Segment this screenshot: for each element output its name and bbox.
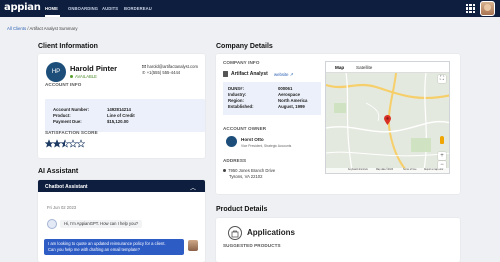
address-label: ADDRESS (223, 158, 247, 163)
user-message: I am looking to quote an updated reinsur… (44, 239, 184, 255)
available-dot-icon (70, 75, 73, 79)
account-number-value: 1492814214 (107, 107, 131, 112)
map-report-error-link[interactable]: Report a map error (424, 169, 443, 171)
email-icon (142, 65, 146, 69)
product-label: Product: (53, 113, 71, 118)
map-data-credit: Map data ©2023 (376, 169, 394, 171)
client-initials-avatar: HP (46, 62, 66, 82)
company-details-title: Company Details (216, 43, 273, 50)
appian-logo[interactable]: appian (4, 2, 41, 13)
account-number-label: Account Number: (53, 107, 90, 112)
payment-due-label: Payment Due: (53, 119, 82, 124)
industry-value: Aerospace (278, 92, 300, 97)
nav-tab-onboarding[interactable]: ONBOARDING (68, 6, 98, 11)
satisfaction-stars (45, 139, 85, 148)
account-owner-label: ACCOUNT OWNER (223, 126, 267, 131)
suggested-products-label: SUGGESTED PRODUCTS (223, 243, 281, 248)
owner-title: Vice President, Strategic Accounts (241, 144, 292, 148)
map-keyboard-shortcuts[interactable]: Keyboard shortcuts (348, 169, 368, 171)
map-footer: Keyboard shortcuts Map data ©2023 Terms … (326, 168, 449, 173)
owner-avatar (226, 136, 237, 147)
product-details-title: Product Details (216, 206, 268, 213)
nav-active-indicator (45, 15, 60, 17)
chatbot-title: Chatbot Assistant (45, 183, 88, 190)
applications-icon (228, 226, 242, 240)
status-badge: AVAILABLE (70, 74, 97, 79)
product-details-card: Applications SUGGESTED PRODUCTS (216, 218, 460, 262)
breadcrumb: All Clients / Artifact Analyst Summary (7, 26, 77, 31)
address-line-2: Tysons, VA 22102 (229, 174, 263, 179)
map-marker-icon[interactable] (384, 115, 391, 125)
satisfaction-label: SATISFACTION SCORE (45, 130, 98, 135)
company-map[interactable]: Map Satellite ⛶ + − Keyboard shortcuts M… (325, 61, 450, 174)
nav-tab-bordereau[interactable]: BORDEREAU (124, 6, 152, 11)
ai-assistant-title: AI Assistant (38, 168, 79, 175)
top-nav-bar: appian HOME ONBOARDING AUDITS BORDEREAU (0, 0, 500, 17)
user-avatar-small (188, 240, 198, 251)
duns-label: DUNS#: (228, 86, 244, 91)
breadcrumb-current: Artifact Analyst Summary (29, 26, 78, 31)
client-name: Harold Pinter (70, 64, 118, 73)
star-icon-4 (68, 139, 78, 148)
address-line-1: 7950 Jones Branch Drive (223, 168, 275, 173)
client-phone[interactable]: ✆ +1(555) 555-4444 (142, 70, 180, 75)
apps-grid-icon[interactable] (466, 4, 475, 13)
bot-message: Hi, I'm AppianGPT. How can I help you? (60, 220, 143, 228)
map-terms-link[interactable]: Terms of Use (403, 169, 417, 171)
map-tab-map[interactable]: Map (335, 65, 344, 70)
star-icon-5 (76, 139, 85, 148)
product-value: Line of Credit (107, 113, 135, 118)
star-icon-3 (60, 139, 70, 148)
company-website-link[interactable]: website ↗ (274, 72, 293, 78)
company-info-box: DUNS#: 000061 Industry: Aerospace Region… (223, 82, 321, 115)
client-info-title: Client Information (38, 43, 98, 50)
zoom-in-button[interactable]: + (438, 152, 446, 160)
map-type-tabs: Map Satellite (326, 62, 449, 73)
chevron-up-icon[interactable]: ︿ (190, 183, 196, 192)
street-view-pegman-icon[interactable] (440, 136, 444, 144)
client-info-card: HP Harold Pinter AVAILABLE harold@artifa… (38, 54, 205, 158)
nav-tab-home[interactable]: HOME (45, 6, 58, 11)
fullscreen-icon[interactable]: ⛶ (438, 75, 446, 83)
owner-name: Horst Otto (241, 137, 264, 142)
industry-label: Industry: (228, 92, 247, 97)
account-info-label: ACCOUNT INFO (45, 82, 82, 87)
account-info-box: Account Number: 1492814214 Product: Line… (45, 99, 205, 132)
established-value: August, 1999 (278, 104, 305, 109)
chat-date: Fri Jun 02 2023 (47, 205, 77, 210)
company-info-label: COMPANY INFO (223, 60, 260, 65)
map-pin-icon (223, 169, 226, 172)
nav-tab-audits[interactable]: AUDITS (102, 6, 118, 11)
building-icon (223, 71, 228, 77)
star-icon-1 (45, 139, 54, 148)
star-icon-2 (52, 139, 62, 148)
map-tab-satellite[interactable]: Satellite (356, 65, 372, 70)
breadcrumb-all-clients[interactable]: All Clients (7, 26, 26, 31)
bot-avatar-icon (47, 219, 57, 229)
company-name: Artifact Analyst (231, 71, 268, 77)
payment-due-value: $15,120.00 (107, 119, 129, 124)
chatbot-header[interactable]: Chatbot Assistant ︿ (38, 180, 205, 192)
established-label: Established: (228, 104, 254, 109)
client-email[interactable]: harold@artifactanalyst.com (142, 64, 198, 69)
region-label: Region: (228, 98, 244, 103)
duns-value: 000061 (278, 86, 293, 91)
region-value: North America (278, 98, 308, 103)
user-avatar[interactable] (480, 1, 495, 16)
applications-title: Applications (247, 228, 296, 237)
chatbot-panel: Chatbot Assistant ︿ Fri Jun 02 2023 Hi, … (38, 180, 205, 262)
phone-icon: ✆ (142, 70, 146, 75)
external-link-icon: ↗ (289, 71, 294, 77)
company-details-card: COMPANY INFO Artifact Analyst website ↗ … (216, 54, 460, 194)
